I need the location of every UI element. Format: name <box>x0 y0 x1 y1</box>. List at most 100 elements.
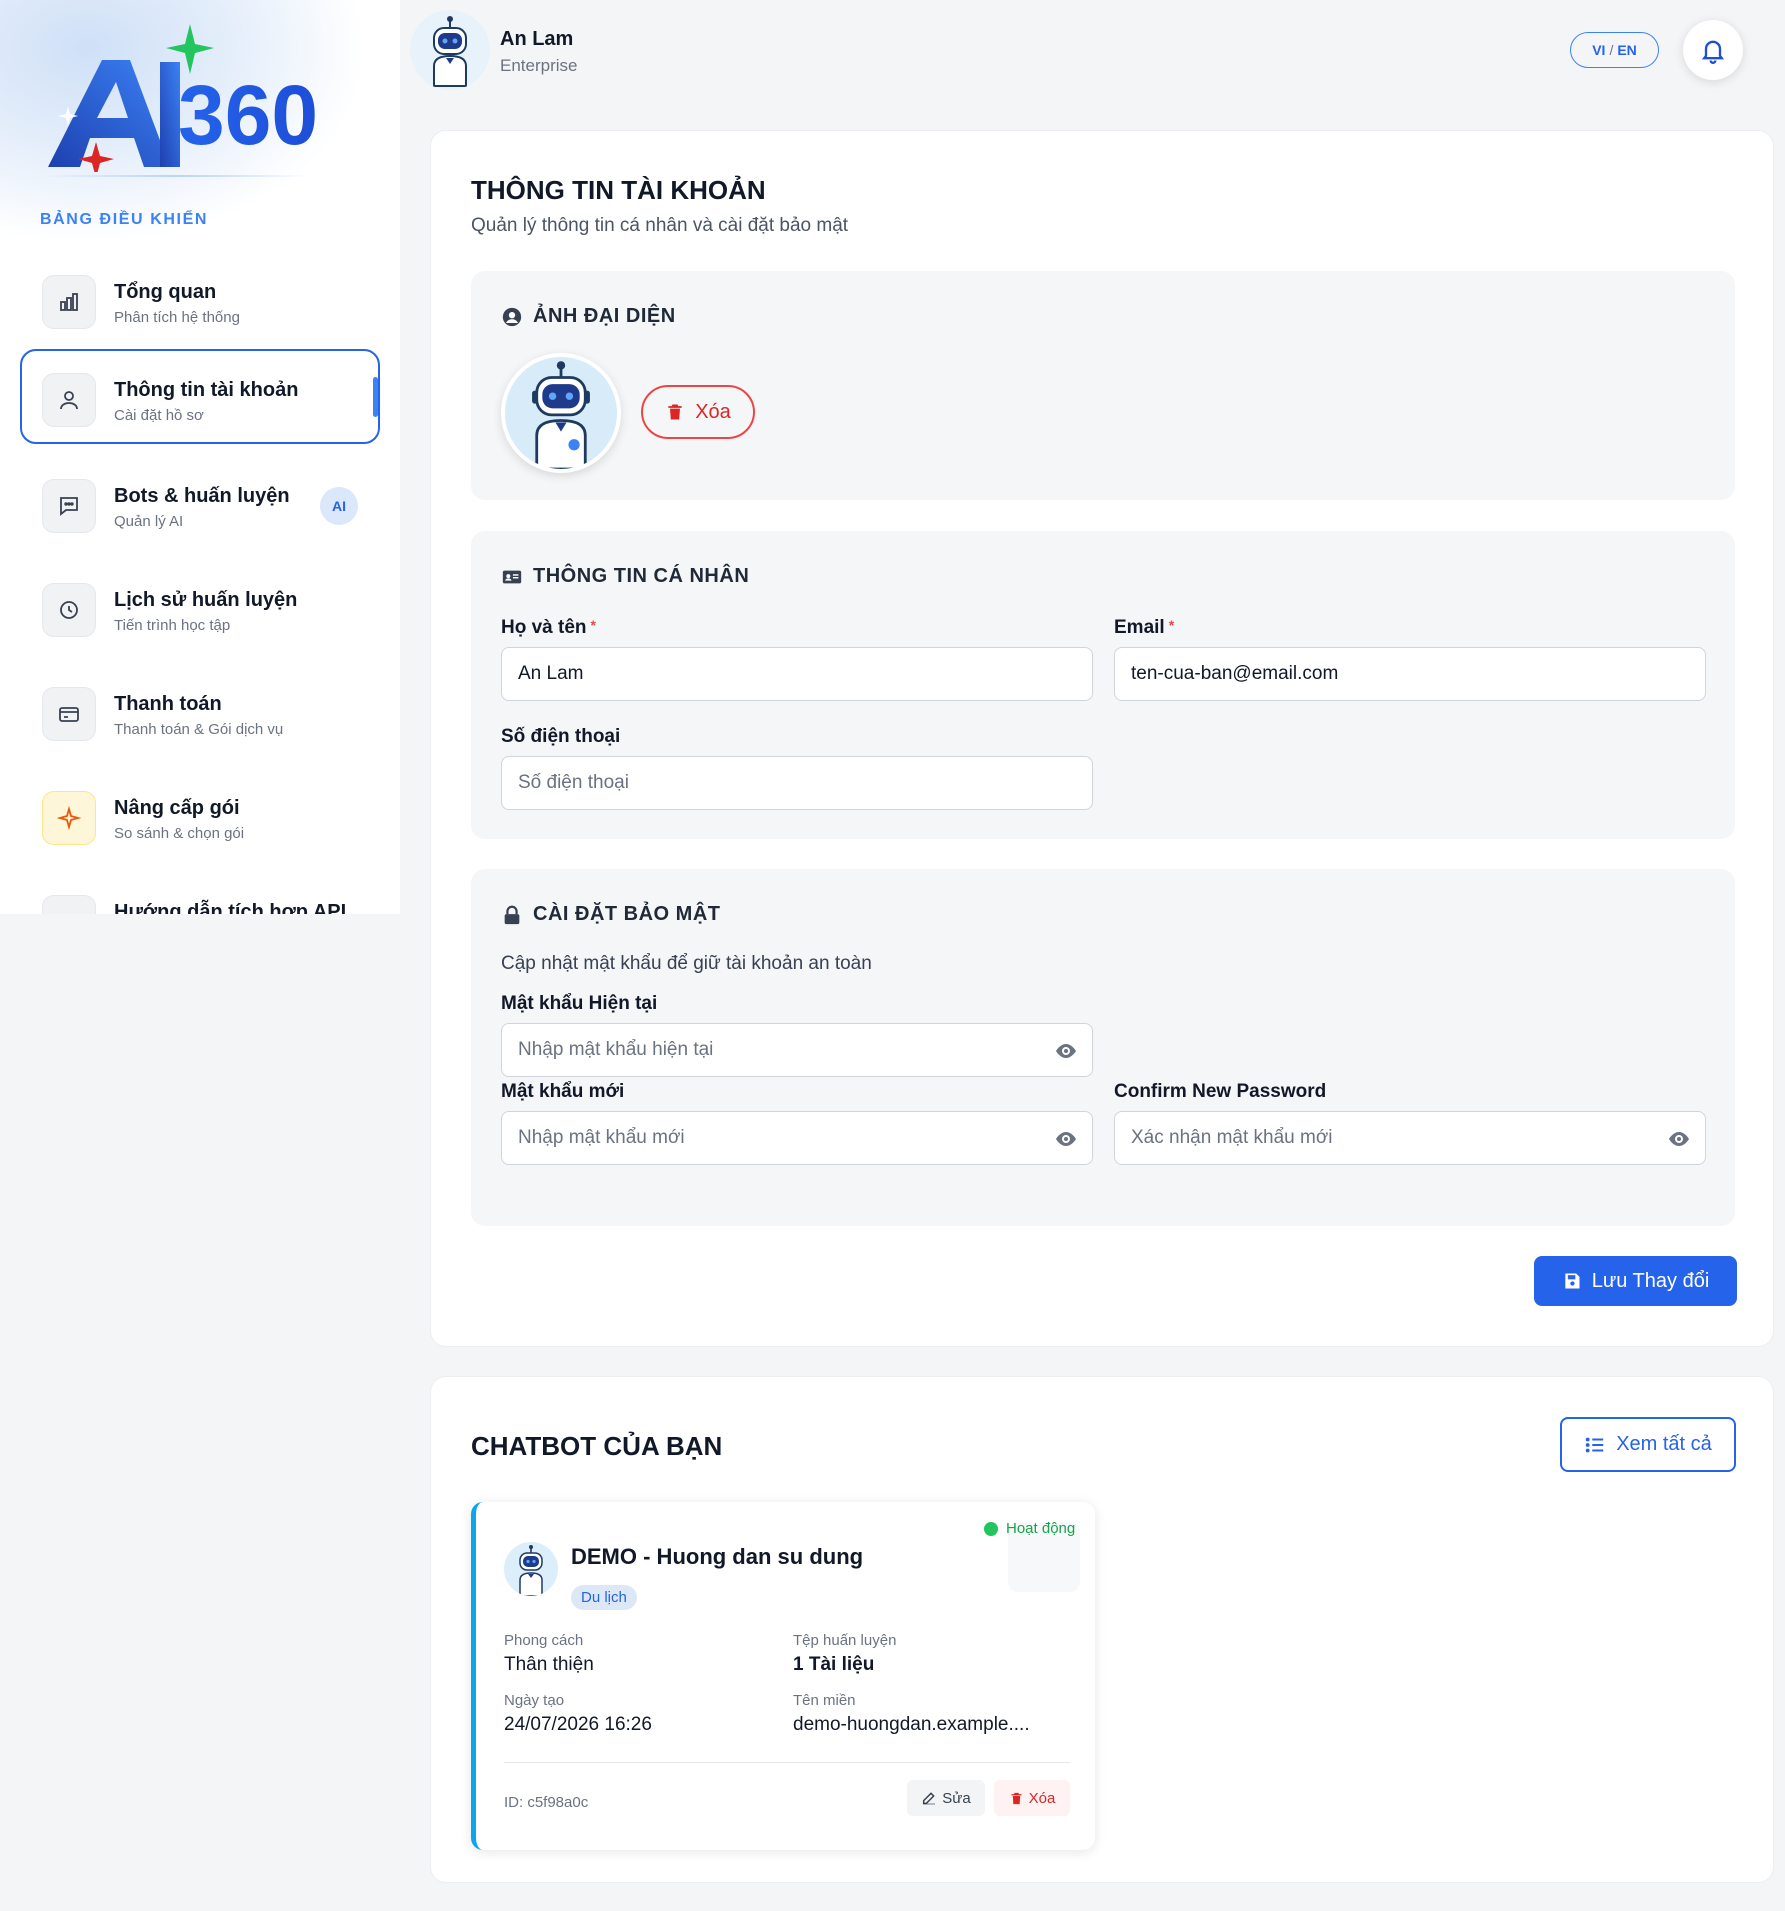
sidebar-item-api-guide[interactable]: Hướng dẫn tích hợp API <box>20 871 380 914</box>
sidebar-item-upgrade[interactable]: Nâng cấp gói So sánh & chọn gói <box>20 767 380 862</box>
status-dot <box>984 1521 998 1536</box>
chatbot-id: ID: c5f98a0c <box>504 1794 589 1811</box>
chatbot-category-tag: Du lịch <box>571 1585 637 1610</box>
account-card: THÔNG TIN TÀI KHOẢN Quản lý thông tin cá… <box>430 130 1774 1347</box>
personal-section-title: THÔNG TIN CÁ NHÂN <box>501 565 749 588</box>
edit-chatbot-button[interactable]: Sửa <box>907 1780 985 1816</box>
trash-icon <box>668 404 682 420</box>
lang-en[interactable]: EN <box>1617 42 1636 58</box>
avatar-section-title: ẢNH ĐẠI DIỆN <box>501 305 676 328</box>
profile-avatar[interactable] <box>501 353 621 473</box>
created-value: 24/07/2026 16:26 <box>504 1714 652 1735</box>
header-user-plan: Enterprise <box>500 56 578 75</box>
page-title: THÔNG TIN TÀI KHOẢN <box>471 175 766 205</box>
header-avatar[interactable] <box>410 10 490 90</box>
floppy-disk-icon <box>1565 1273 1580 1289</box>
header-user-name: An Lam <box>500 28 574 50</box>
email-label: Email * <box>1114 617 1174 639</box>
phone-input[interactable]: Số điện thoại <box>501 756 1093 810</box>
sidebar-item-subtitle: Cài đặt hồ sơ <box>114 407 204 424</box>
new-password-label: Mật khẩu mới <box>501 1081 625 1102</box>
user-circle-icon <box>502 307 522 326</box>
delete-label: Xóa <box>1028 1789 1056 1807</box>
sidebar-item-title: Thông tin tài khoản <box>114 379 299 401</box>
current-password-label: Mật khẩu Hiện tại <box>501 993 658 1014</box>
sidebar-item-title: Hướng dẫn tích hợp API <box>114 901 347 914</box>
ai-badge: AI <box>320 487 358 525</box>
sidebar-item-subtitle: Thanh toán & Gói dịch vụ <box>114 721 284 738</box>
view-all-label: Xem tất cả <box>1616 1433 1712 1455</box>
user-icon <box>42 373 96 427</box>
confirm-password-input[interactable]: Xác nhận mật khẩu mới <box>1114 1111 1706 1165</box>
chatbot-avatar <box>504 1542 558 1596</box>
lock-icon <box>504 905 520 924</box>
lang-separator: / <box>1609 42 1614 58</box>
sidebar-item-history[interactable]: Lịch sử huấn luyện Tiến trình học tập <box>20 559 380 654</box>
fullname-label-text: Họ và tên <box>501 617 587 638</box>
language-toggle[interactable]: VI / EN <box>1570 32 1659 68</box>
eye-icon[interactable] <box>1054 1127 1078 1151</box>
delete-chatbot-button[interactable]: Xóa <box>994 1780 1070 1816</box>
files-value: 1 Tài liệu <box>793 1654 875 1675</box>
lang-vi[interactable]: VI <box>1592 42 1605 58</box>
security-section-label: CÀI ĐẶT BẢO MẬT <box>533 903 721 925</box>
style-value: Thân thiện <box>504 1654 594 1675</box>
status-badge: Hoạt động <box>984 1520 1075 1537</box>
eye-icon[interactable] <box>1667 1127 1691 1151</box>
sidebar-item-subtitle: Tiến trình học tập <box>114 617 231 634</box>
sidebar-item-title: Bots & huấn luyện <box>114 485 290 507</box>
avatar-section: ẢNH ĐẠI DIỆN Xóa <box>471 271 1735 500</box>
id-card-icon <box>502 570 522 583</box>
sidebar-section-label: BẢNG ĐIỀU KHIỂN <box>40 211 209 228</box>
logo-divider <box>40 175 310 177</box>
eye-icon[interactable] <box>1054 1039 1078 1063</box>
sidebar-item-account[interactable]: Thông tin tài khoản Cài đặt hồ sơ <box>20 349 380 444</box>
sidebar-item-subtitle: Phân tích hệ thống <box>114 309 240 326</box>
sidebar-item-billing[interactable]: Thanh toán Thanh toán & Gói dịch vụ <box>20 663 380 758</box>
chatbots-card: CHATBOT CỦA BẠN Xem tất cả Hoạt động DEM… <box>430 1376 1774 1883</box>
view-all-button[interactable]: Xem tất cả <box>1560 1417 1736 1472</box>
confirm-password-label: Confirm New Password <box>1114 1081 1327 1102</box>
domain-value: demo-huongdan.example.... <box>793 1714 1030 1735</box>
security-section: CÀI ĐẶT BẢO MẬT Cập nhật mật khẩu để giữ… <box>471 869 1735 1226</box>
sidebar-item-title: Lịch sử huấn luyện <box>114 589 298 611</box>
sidebar-item-title: Tổng quan <box>114 281 217 303</box>
ai360-logo[interactable]: 360 <box>40 22 370 172</box>
personal-info-section: THÔNG TIN CÁ NHÂN Họ và tên * An Lam Emai… <box>471 531 1735 839</box>
chatbots-title: CHATBOT CỦA BẠN <box>471 1431 723 1461</box>
trash-icon <box>1011 1792 1022 1804</box>
email-input[interactable]: ten-cua-ban@email.com <box>1114 647 1706 701</box>
save-changes-label: Lưu Thay đổi <box>1591 1269 1710 1292</box>
security-section-title: CÀI ĐẶT BẢO MẬT <box>501 903 720 926</box>
new-password-input[interactable]: Nhập mật khẩu mới <box>501 1111 1093 1165</box>
list-icon <box>1585 1437 1604 1452</box>
current-password-input[interactable]: Nhập mật khẩu hiện tại <box>501 1023 1093 1077</box>
email-label-text: Email <box>1114 617 1165 638</box>
chatbot-card[interactable]: Hoạt động DEMO - Huong dan su dung Du lị… <box>471 1502 1095 1850</box>
style-label: Phong cách <box>504 1632 584 1649</box>
active-indicator <box>373 377 378 417</box>
sparkle-icon <box>42 791 96 845</box>
sidebar-item-bots[interactable]: Bots & huấn luyện Quản lý AI AI <box>20 455 380 550</box>
created-label: Ngày tạo <box>504 1692 565 1709</box>
page-subtitle: Quản lý thông tin cá nhân và cài đặt bảo… <box>471 215 849 236</box>
sidebar-item-overview[interactable]: Tổng quan Phân tích hệ thống <box>20 251 380 346</box>
card-divider <box>504 1762 1070 1763</box>
clock-icon <box>42 583 96 637</box>
phone-label: Số điện thoại <box>501 726 621 747</box>
sidebar-item-title: Thanh toán <box>114 693 222 715</box>
credit-card-icon <box>42 687 96 741</box>
delete-avatar-button[interactable]: Xóa <box>641 385 755 439</box>
sidebar-item-subtitle: So sánh & chọn gói <box>114 825 245 842</box>
edit-label: Sửa <box>942 1789 971 1807</box>
required-mark: * <box>590 617 596 633</box>
personal-section-label: THÔNG TIN CÁ NHÂN <box>533 565 750 587</box>
chatbot-name: DEMO - Huong dan su dung <box>571 1544 864 1569</box>
current-password-placeholder: Nhập mật khẩu hiện tại <box>518 1039 714 1060</box>
save-changes-button[interactable]: Lưu Thay đổi <box>1534 1256 1737 1306</box>
notification-button[interactable] <box>1683 20 1743 80</box>
domain-label: Tên miền <box>793 1692 856 1709</box>
avatar-section-label: ẢNH ĐẠI DIỆN <box>533 305 676 327</box>
fullname-input[interactable]: An Lam <box>501 647 1093 701</box>
code-icon <box>42 895 96 914</box>
